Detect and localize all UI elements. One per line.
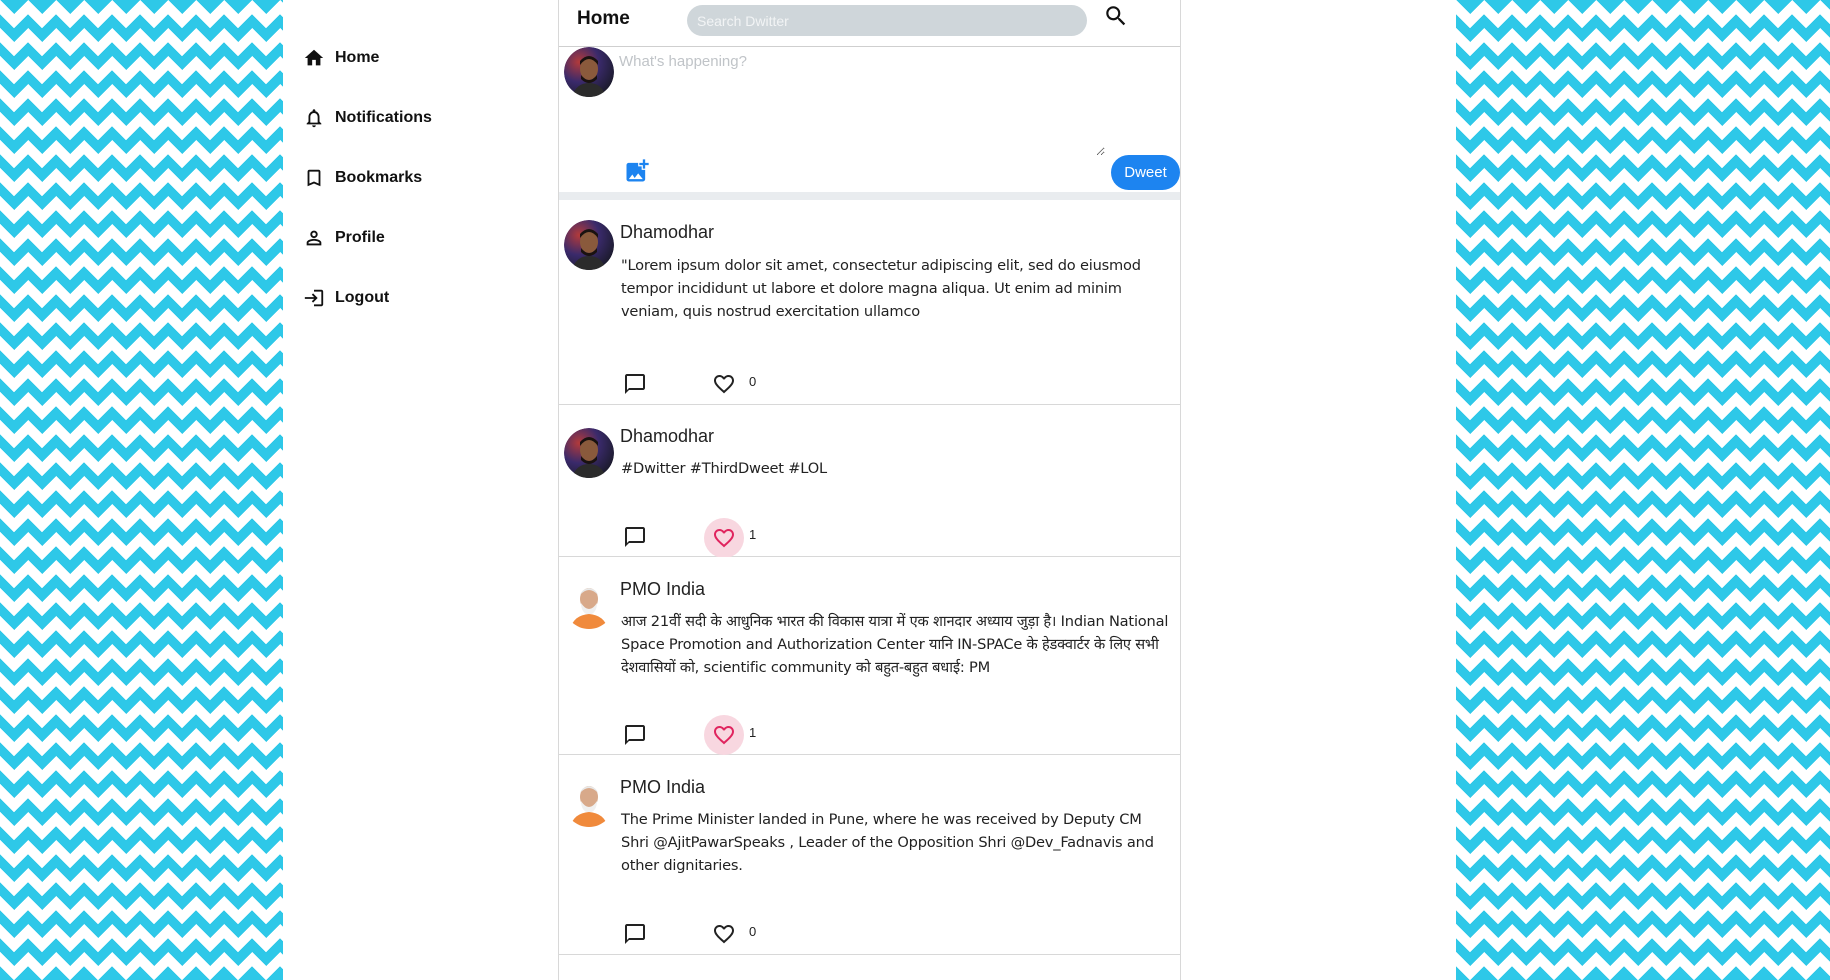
- tweet-author[interactable]: PMO India: [620, 579, 705, 600]
- like-button[interactable]: [704, 364, 744, 404]
- bookmark-icon: [307, 169, 321, 187]
- main-feed: Home Dweet: [558, 0, 1181, 980]
- comment-icon[interactable]: [623, 922, 647, 946]
- like-count: 0: [749, 924, 757, 939]
- tweet-item: [559, 955, 1180, 980]
- comment-icon[interactable]: [623, 525, 647, 549]
- sidebar-item-label: Profile: [335, 229, 385, 246]
- heart-outline-icon: [714, 726, 734, 745]
- sidebar-item-label: Home: [335, 49, 380, 66]
- sidebar-item-bookmarks[interactable]: Bookmarks: [303, 160, 422, 196]
- avatar: [564, 428, 614, 478]
- sidebar-item-label: Notifications: [335, 109, 432, 126]
- avatar: [564, 777, 614, 827]
- avatar: [564, 47, 614, 97]
- feed-header: Home: [559, 0, 1180, 47]
- search-input[interactable]: [687, 5, 1087, 36]
- page-title: Home: [577, 8, 630, 29]
- tweet-item: Dhamodhar "Lorem ipsum dolor sit amet, c…: [559, 200, 1180, 405]
- heart-outline-icon: [714, 375, 734, 394]
- dweet-button[interactable]: Dweet: [1111, 155, 1180, 190]
- like-count: 0: [749, 374, 757, 389]
- logout-icon: [304, 289, 324, 307]
- sidebar: Home Notifications Bookmarks Profile Log…: [283, 0, 558, 980]
- home-icon: [304, 49, 324, 66]
- add-image-icon[interactable]: [623, 157, 651, 185]
- sidebar-item-notifications[interactable]: Notifications: [303, 100, 432, 136]
- sidebar-item-profile[interactable]: Profile: [303, 220, 385, 256]
- tweet-author[interactable]: Dhamodhar: [620, 222, 714, 243]
- tweet-item: PMO India The Prime Minister landed in P…: [559, 755, 1180, 955]
- comment-icon[interactable]: [623, 372, 647, 396]
- dweet-input[interactable]: [619, 53, 1105, 156]
- tweet-item: Dhamodhar #Dwitter #ThirdDweet #LOL 1: [559, 405, 1180, 558]
- search-icon[interactable]: [1103, 3, 1129, 29]
- tweet-author[interactable]: PMO India: [620, 777, 705, 798]
- like-count: 1: [749, 725, 757, 740]
- heart-outline-icon: [714, 925, 734, 944]
- sidebar-item-label: Logout: [335, 289, 390, 306]
- background-pattern-right: [1456, 0, 1830, 980]
- tweet-item: PMO India आज 21वीं सदी के आधुनिक भारत की…: [559, 557, 1180, 755]
- bell-icon: [306, 109, 322, 128]
- tweet-author[interactable]: Dhamodhar: [620, 426, 714, 447]
- tweet-text: The Prime Minister landed in Pune, where…: [621, 811, 1154, 874]
- background-pattern-left: [0, 0, 283, 980]
- sidebar-item-home[interactable]: Home: [303, 40, 379, 76]
- heart-outline-icon: [714, 529, 734, 548]
- avatar: [564, 579, 614, 629]
- tweet-text: आज 21वीं सदी के आधुनिक भारत की विकास यात…: [621, 613, 1169, 676]
- avatar: [564, 220, 614, 270]
- dweet-composer: Dweet: [559, 47, 1180, 200]
- like-button[interactable]: [704, 518, 744, 558]
- person-icon: [306, 230, 322, 246]
- sidebar-item-label: Bookmarks: [335, 169, 423, 186]
- sidebar-item-logout[interactable]: Logout: [303, 280, 389, 316]
- like-count: 1: [749, 527, 757, 542]
- tweet-text: "Lorem ipsum dolor sit amet, consectetur…: [621, 257, 1141, 320]
- comment-icon[interactable]: [623, 723, 647, 747]
- tweet-text: #Dwitter #ThirdDweet #LOL: [621, 460, 827, 477]
- like-button[interactable]: [704, 914, 744, 954]
- like-button[interactable]: [704, 715, 744, 755]
